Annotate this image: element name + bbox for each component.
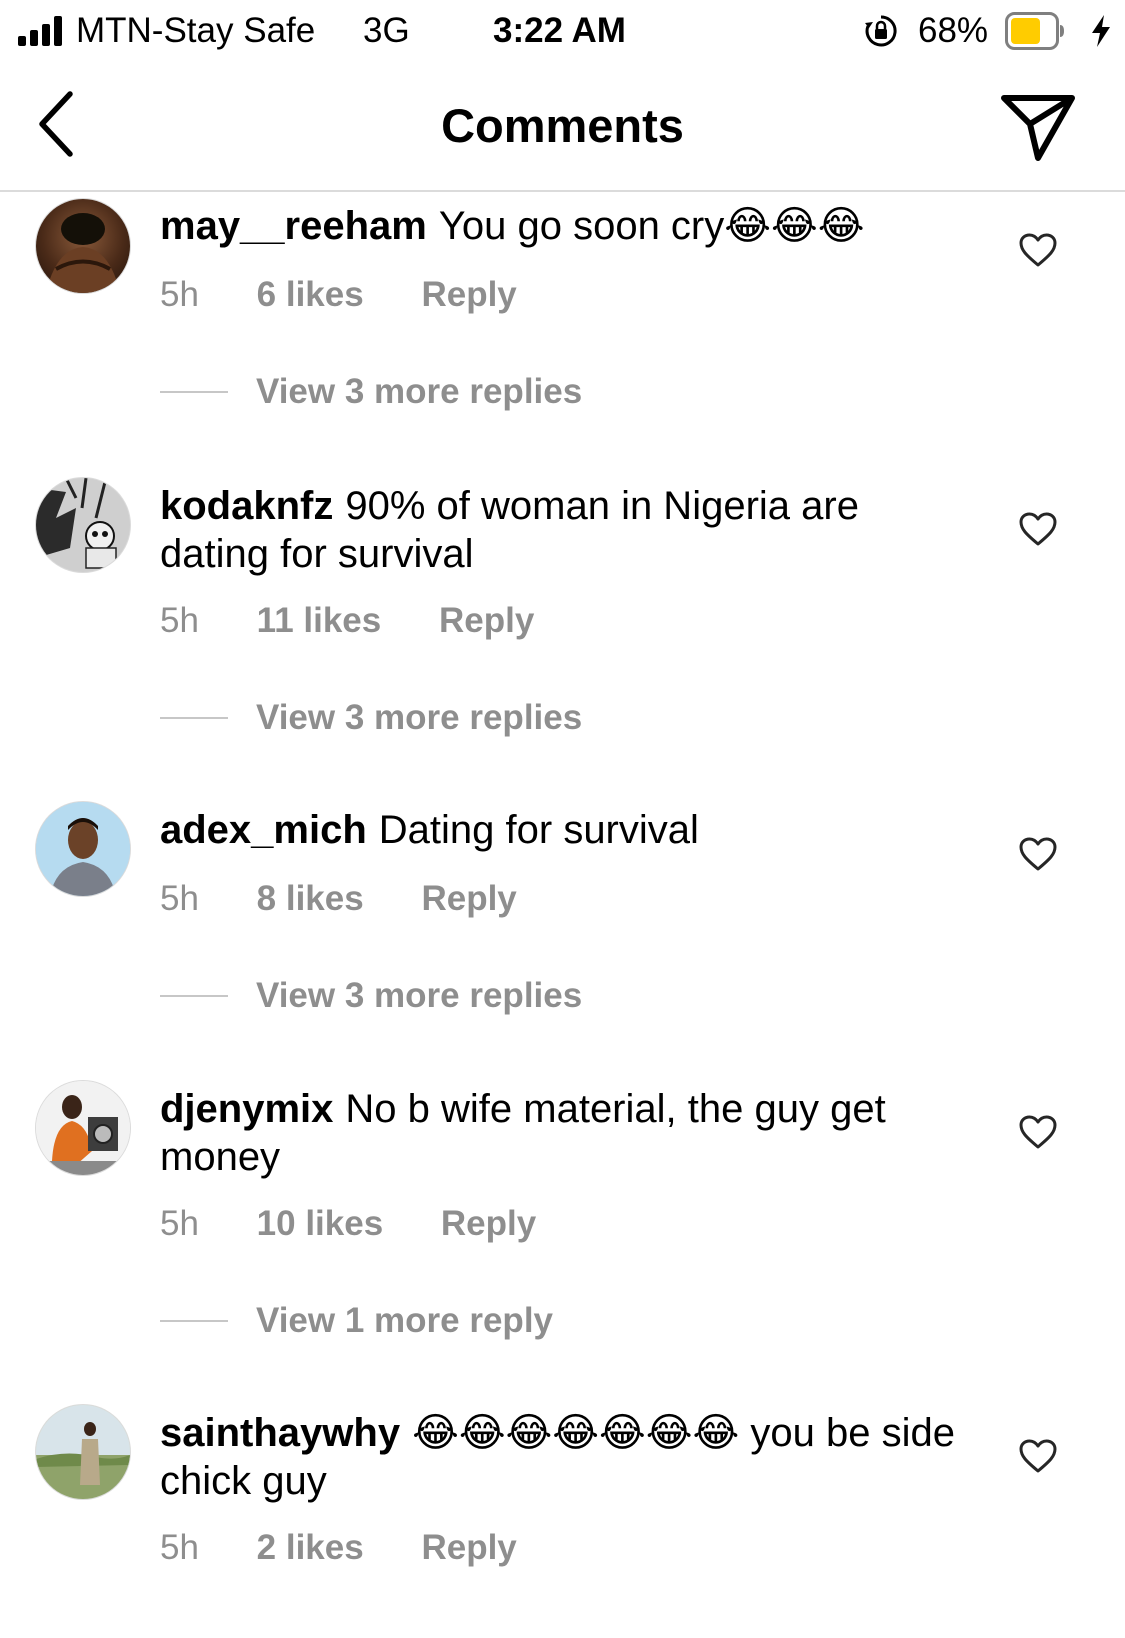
reply-button[interactable]: Reply (441, 1203, 536, 1245)
view-replies-label: View 3 more replies (256, 976, 583, 1015)
reply-button[interactable]: Reply (439, 600, 534, 642)
likes-count[interactable]: 2 likes (257, 1527, 364, 1569)
share-button[interactable] (1000, 90, 1076, 164)
replies-divider-line (160, 391, 228, 393)
comment-text: You go soon cry😂😂😂 (438, 204, 865, 248)
page-title: Comments (441, 99, 684, 152)
network-type: 3G (363, 11, 410, 50)
likes-count[interactable]: 8 likes (257, 878, 364, 920)
comment-meta: 5h 11 likes Reply (160, 600, 582, 642)
comment-time: 5h (160, 1204, 199, 1243)
comment-body: kodaknfz 90% of woman in Nigeria are dati… (160, 482, 960, 578)
comment-time: 5h (160, 879, 199, 918)
like-heart-icon[interactable] (1018, 1114, 1058, 1150)
comment-meta: 5h 8 likes Reply (160, 878, 565, 920)
status-time: 3:22 AM (493, 11, 626, 50)
header: Comments (0, 64, 1125, 192)
signal-strength-icon (18, 16, 66, 46)
replies-divider-line (160, 1320, 228, 1322)
orientation-lock-icon (865, 15, 897, 47)
battery-percentage: 68% (918, 11, 989, 50)
avatar[interactable] (36, 478, 130, 572)
comment-meta: 5h 10 likes Reply (160, 1203, 584, 1245)
comment-username[interactable]: djenymix (160, 1087, 333, 1131)
comment-body: sainthaywhy 😂😂😂😂😂😂😂 you be side chick guy (160, 1409, 960, 1505)
reply-button[interactable]: Reply (421, 274, 516, 316)
comments-list: may__reeham You go soon cry😂😂😂 5h 6 likes… (0, 192, 1125, 1638)
comment-body: djenymix No b wife material, the guy get … (160, 1085, 960, 1181)
comment-body: may__reeham You go soon cry😂😂😂 (160, 202, 960, 250)
comment-username[interactable]: kodaknfz (160, 484, 333, 528)
comment-username[interactable]: adex_mich (160, 808, 367, 852)
carrier-name: MTN-Stay Safe (76, 11, 316, 50)
like-heart-icon[interactable] (1018, 836, 1058, 872)
likes-count[interactable]: 10 likes (257, 1203, 384, 1245)
comment-body: adex_mich Dating for survival (160, 806, 960, 854)
comment-time: 5h (160, 601, 199, 640)
reply-button[interactable]: Reply (421, 1527, 516, 1569)
comment-username[interactable]: sainthaywhy (160, 1411, 400, 1455)
view-replies-label: View 3 more replies (256, 372, 583, 411)
like-heart-icon[interactable] (1018, 232, 1058, 268)
view-replies-label: View 3 more replies (256, 698, 583, 737)
avatar[interactable] (36, 1081, 130, 1175)
like-heart-icon[interactable] (1018, 1438, 1058, 1474)
paper-plane-icon (1001, 95, 1075, 161)
comment-meta: 5h 6 likes Reply (160, 274, 565, 316)
likes-count[interactable]: 6 likes (257, 274, 364, 316)
avatar[interactable] (36, 1405, 130, 1499)
comment-username[interactable]: may__reeham (160, 204, 427, 248)
comment-text: Dating for survival (378, 808, 699, 852)
comment-time: 5h (160, 1528, 199, 1567)
likes-count[interactable]: 11 likes (257, 600, 382, 642)
battery-icon (1005, 12, 1064, 50)
reply-button[interactable]: Reply (421, 878, 516, 920)
avatar[interactable] (36, 802, 130, 896)
replies-divider-line (160, 995, 228, 997)
like-heart-icon[interactable] (1018, 511, 1058, 547)
status-bar: MTN-Stay Safe 3G 3:22 AM 68% (0, 0, 1125, 64)
comment-time: 5h (160, 275, 199, 314)
comment-meta: 5h 2 likes Reply (160, 1527, 565, 1569)
charging-bolt-icon (1092, 15, 1110, 47)
avatar[interactable] (36, 199, 130, 293)
replies-divider-line (160, 717, 228, 719)
view-replies-label: View 1 more reply (256, 1301, 554, 1340)
